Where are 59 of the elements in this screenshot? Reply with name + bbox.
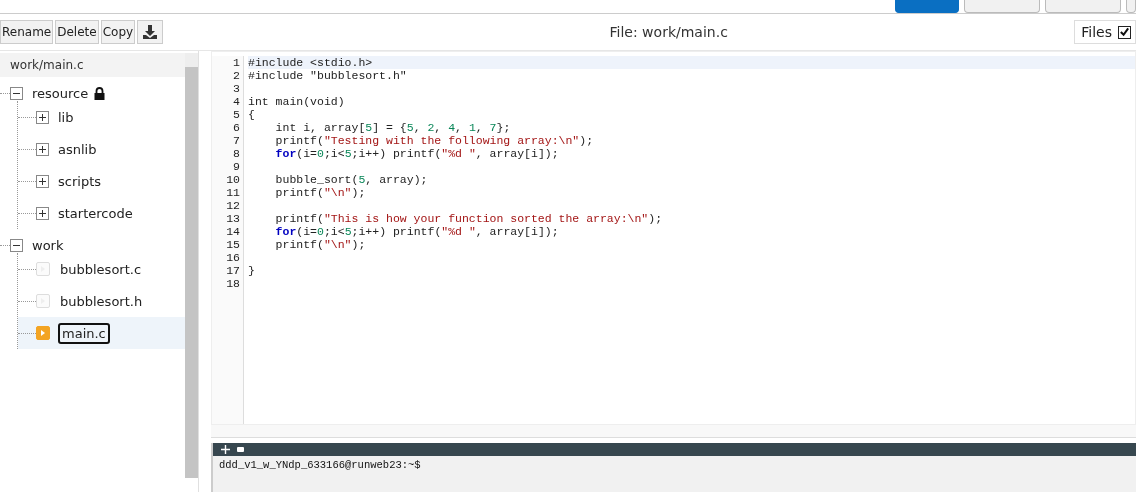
file-path: work/main.c: [0, 53, 185, 77]
line-number: 8: [232, 147, 240, 160]
line-number: 12: [225, 199, 240, 212]
line-number: 14: [225, 225, 240, 238]
scrollbar[interactable]: [211, 425, 1136, 438]
line-number: 13: [225, 212, 240, 225]
folder-label[interactable]: lib: [56, 108, 76, 126]
toolbar-button[interactable]: Delete: [55, 20, 99, 44]
line-number: 1: [232, 56, 240, 69]
download-icon: [142, 24, 159, 40]
line-number: 4: [232, 95, 240, 108]
code-line: printf("This is how your function sorted the array:\n");: [275, 212, 663, 225]
expand-icon[interactable]: [36, 174, 49, 188]
collapse-icon[interactable]: [10, 86, 23, 100]
file-label[interactable]: main.c: [58, 322, 110, 344]
code-line: #include <stdio.h>: [248, 56, 373, 69]
collapse-icon[interactable]: [10, 238, 23, 252]
folder-label[interactable]: asnlib: [56, 140, 99, 158]
scrollbar[interactable]: [185, 53, 198, 478]
line-number: 16: [225, 251, 240, 264]
code-line: for(i=0;i<5;i++) printf("%d ", array[i]);: [275, 147, 559, 160]
line-number: 6: [232, 121, 240, 134]
folder-label[interactable]: resource: [30, 84, 91, 102]
line-number: 15: [225, 238, 240, 251]
code-line: for(i=0;i<5;i++) printf("%d ", array[i]);: [275, 225, 559, 238]
line-number: 3: [232, 82, 240, 95]
folder-label[interactable]: scripts: [56, 172, 103, 190]
plus-icon[interactable]: [221, 445, 230, 454]
download-button[interactable]: [137, 20, 164, 44]
expand-icon[interactable]: [36, 110, 49, 124]
line-number: 10: [225, 173, 240, 186]
folder-label[interactable]: startercode: [56, 204, 135, 222]
code-line: int main(void): [248, 95, 345, 108]
file-label[interactable]: bubblesort.h: [58, 292, 145, 310]
code-line: int i, array[5] = {5, 2, 4, 1, 7};: [275, 121, 511, 134]
code-line: #include "bubblesort.h": [248, 69, 407, 82]
line-number: 9: [232, 160, 240, 173]
line-number: 7: [232, 134, 240, 147]
toolbar-button[interactable]: Rename: [0, 20, 54, 44]
terminal-prompt: ddd_v1_w_YNdp_633166@runweb23:~$: [219, 459, 421, 471]
code-line: printf("\n");: [275, 186, 366, 199]
expand-icon[interactable]: [36, 206, 49, 220]
folder-label[interactable]: work: [30, 236, 66, 254]
expand-icon[interactable]: [36, 142, 49, 156]
files-toggle[interactable]: Files: [1074, 20, 1136, 44]
file-label[interactable]: bubblesort.c: [58, 260, 144, 278]
line-number: 5: [232, 108, 240, 121]
code-line: {: [248, 108, 255, 121]
file-title: File: work/main.c: [608, 24, 729, 40]
code-line: printf("Testing with the following array:\n");: [275, 134, 594, 147]
check-icon: [1119, 26, 1130, 38]
line-number: 11: [225, 186, 240, 199]
toolbar-button[interactable]: Copy: [100, 20, 136, 44]
code-line: }: [248, 264, 255, 277]
line-number: 17: [225, 264, 240, 277]
line-number: 18: [225, 277, 240, 290]
code-line: bubble_sort(5, array);: [275, 173, 428, 186]
line-number: 2: [232, 69, 240, 82]
code-line: printf("\n");: [275, 238, 366, 251]
